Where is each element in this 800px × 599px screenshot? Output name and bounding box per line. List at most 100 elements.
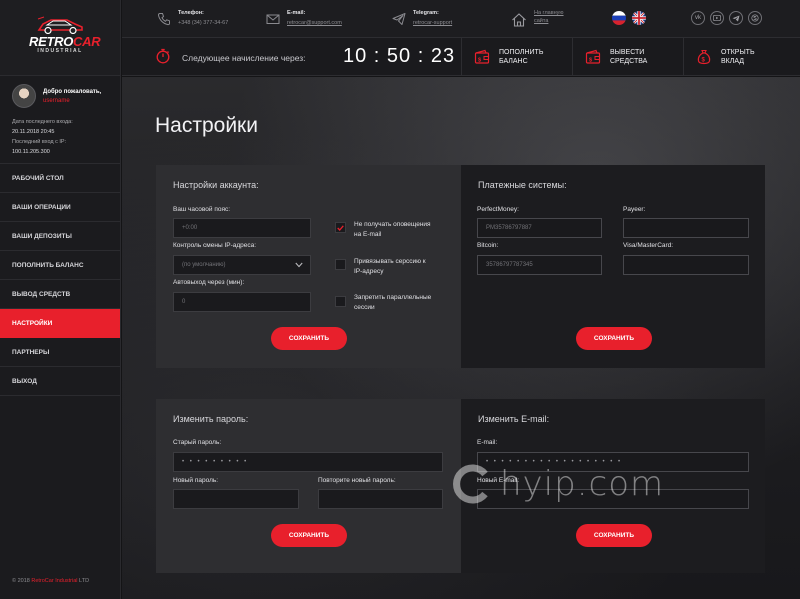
sidebar-item-withdraw[interactable]: Вывод средств [0,280,120,309]
phone-icon [157,13,170,26]
email-label: E-mail: [477,439,498,446]
perfectmoney-input[interactable]: PM35786797887 [477,218,602,238]
copyright-prefix: © 2018 [12,578,32,584]
timezone-label: Ваш часовой пояс: [173,206,231,213]
sidebar-item-deposits[interactable]: Ваши депозиты [0,222,120,251]
paper-plane-icon [392,13,406,25]
telegram-icon[interactable] [729,11,743,25]
save-password-button[interactable]: Сохранить [271,524,347,547]
bitcoin-label: Bitcoin: [477,242,499,249]
login-info: Дата последнего входа: 20.11.2018 20:45 … [12,117,108,157]
youtube-icon[interactable] [710,11,724,25]
page-title: Настройки [155,114,258,137]
home-link[interactable]: На главную сайта [511,10,564,28]
perfectmoney-value: PM35786797887 [486,225,532,231]
sidebar-item-topup[interactable]: Пополнить баланс [0,251,120,280]
russian-flag-icon[interactable] [612,11,626,25]
checkbox-label-line1: Не получать оповещения [354,221,431,228]
copyright: © 2018 RetroCar Industrial LTD [12,578,89,584]
last-ip-label: Последний вход с IP: [12,139,67,145]
card-title: Платежные системы: [478,180,567,190]
change-password-card: Изменить пароль: Старый пароль: • • • • … [156,399,461,573]
username[interactable]: username [43,98,101,104]
save-payments-button[interactable]: Сохранить [576,327,652,350]
new-password-input[interactable] [173,489,299,509]
checkbox-label-line2: сессии [354,304,375,311]
wallet-in-icon: $ [474,49,490,64]
last-login-label: Дата последнего входа: [12,119,73,125]
stopwatch-icon [156,48,170,64]
sidebar-item-operations[interactable]: Ваши операции [0,193,120,222]
money-bag-icon: $ [697,49,711,65]
timer-seconds: 23 [430,45,456,67]
autologout-input[interactable]: 0 [173,292,311,312]
contact-telegram[interactable]: Telegram: retrocar-support [392,10,452,26]
user-panel: Добро пожаловать, username Дата последне… [0,76,120,164]
email-value[interactable]: retrocar@support.com [287,20,342,26]
visa-input[interactable] [623,255,749,275]
skype-icon[interactable] [748,11,762,25]
sidebar-item-label: Ваши операции [12,203,71,211]
email-notifications-checkbox[interactable] [335,222,346,233]
bitcoin-input[interactable]: 35786797787345 [477,255,602,275]
brand-logo[interactable]: RETROCAR INDUSTRIAL [29,14,101,62]
new-password-label: Новый пароль: [173,477,219,484]
old-password-value: • • • • • • • • • [182,459,249,465]
contact-phone[interactable]: Телефон: +348 (34) 377-34-67 [157,10,228,26]
welcome-text: Добро пожаловать, [43,88,102,95]
phone-value: +348 (34) 377-34-67 [178,20,229,26]
withdraw-funds-button[interactable]: $ Вывести средства [572,38,683,76]
bind-session-ip-checkbox[interactable] [335,259,346,270]
telegram-value[interactable]: retrocar-support [413,20,452,26]
payeer-input[interactable] [623,218,749,238]
bind-session-ip-label: Привязывать серссию к IP-адресу [354,257,426,277]
svg-text:$: $ [478,58,481,64]
chevron-down-icon [295,262,303,268]
svg-text:$: $ [589,58,592,64]
watermark: hyip.com [452,464,664,504]
old-password-input[interactable]: • • • • • • • • • [173,452,443,472]
topup-balance-button[interactable]: $ Пополнить баланс [461,38,572,76]
sidebar-item-dashboard[interactable]: Рабочий стол [0,164,120,193]
checkmark-icon [337,224,344,231]
ip-control-label: Контроль смены IP-адреса: [173,242,257,249]
telegram-label: Telegram: [413,10,439,16]
ip-control-select[interactable]: (по умолчанию) [173,255,311,275]
checkbox-label-line1: Запретить параллельные [354,294,432,301]
autologout-label: Автовыход через (мин): [173,279,245,286]
last-login-value: 20.11.2018 20:45 [12,129,55,135]
main-content: Настройки Настройки аккаунта: Ваш часово… [122,77,800,599]
sidebar-item-partners[interactable]: Партнеры [0,338,120,367]
sidebar-item-logout[interactable]: Выход [0,367,120,396]
autologout-value: 0 [182,299,186,305]
open-deposit-button[interactable]: $ Открыть вклад [683,38,800,76]
checkbox-label-line2: IP-адресу [354,268,384,275]
last-ip-value: 100.11.205.300 [12,149,50,155]
uk-flag-icon[interactable] [632,11,646,25]
logo-subtitle: INDUSTRIAL [37,47,83,54]
action-line2: средства [610,58,648,65]
sidebar-item-label: Партнеры [12,348,50,356]
wallet-out-icon: $ [585,49,601,64]
contact-email[interactable]: E-mail: retrocar@support.com [266,10,342,26]
phone-label: Телефон: [178,10,204,16]
parallel-sessions-checkbox[interactable] [335,296,346,307]
logo-word-red: CAR [73,33,101,49]
timezone-input[interactable]: +0:00 [173,218,311,238]
timer-bar: Следующее начисление через: 10 : 50 : 23… [122,38,800,76]
payeer-label: Payeer: [623,206,646,213]
avatar[interactable] [12,84,36,108]
home-icon [512,13,526,27]
repeat-password-input[interactable] [318,489,443,509]
save-email-button[interactable]: Сохранить [576,524,652,547]
sidebar-item-settings[interactable]: Настройки [0,309,120,338]
vk-icon[interactable]: vk [691,11,705,25]
save-account-button[interactable]: Сохранить [271,327,347,350]
watermark-text: hyip.com [500,464,665,504]
action-line1: Пополнить [499,49,544,56]
countdown-timer: 10 : 50 : 23 [343,45,456,67]
visa-label: Visa/MasterCard: [623,242,674,249]
sidebar: RETROCAR INDUSTRIAL Добро пожаловать, us… [0,0,121,599]
card-title: Изменить пароль: [173,414,249,424]
payment-systems-card: Платежные системы: PerfectMoney: PM35786… [461,165,765,368]
